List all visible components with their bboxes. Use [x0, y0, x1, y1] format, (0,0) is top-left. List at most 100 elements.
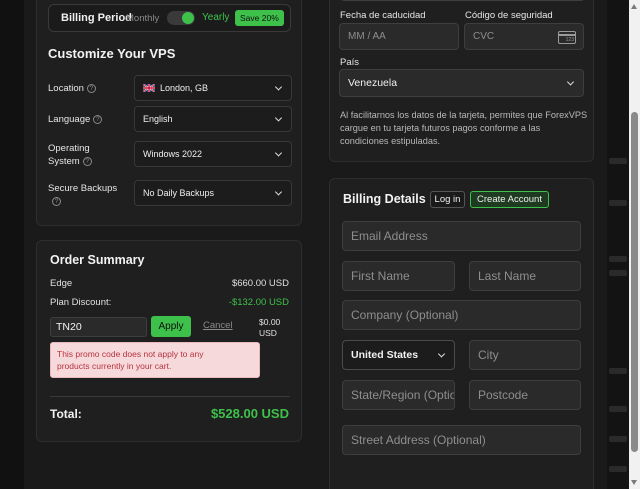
notice-line2: cargue en tu tarjeta futuros pagos confo…: [340, 123, 541, 133]
promo-error-message: This promo code does not apply to any pr…: [50, 342, 260, 378]
configuration-panel: Billing Period Monthly Yearly Save 20% C…: [36, 0, 302, 226]
order-summary-panel: Order Summary Edge $660.00 USD Plan Disc…: [36, 240, 302, 442]
os-label: Operating System?: [48, 142, 92, 168]
backups-value: No Daily Backups: [143, 188, 215, 198]
postcode-input[interactable]: Postcode: [469, 380, 581, 410]
location-label: Location?: [48, 82, 96, 95]
chevron-down-icon: [566, 78, 575, 86]
help-icon[interactable]: ?: [82, 156, 92, 166]
chevron-down-icon: [274, 149, 283, 157]
summary-divider: [50, 396, 290, 397]
city-input[interactable]: City: [469, 340, 581, 370]
order-summary-title: Order Summary: [50, 253, 145, 267]
email-placeholder: Email Address: [351, 229, 428, 243]
left-gutter: [0, 0, 24, 489]
scroll-down-icon[interactable]: [631, 480, 637, 485]
promo-amount: $0.00 USD: [259, 317, 280, 339]
security-code-label: Código de seguridad: [465, 10, 553, 21]
toggle-knob: [182, 12, 194, 24]
email-input[interactable]: Email Address: [342, 221, 581, 251]
billing-country-value: United States: [351, 349, 419, 361]
company-input[interactable]: Company (Optional): [342, 300, 581, 330]
promo-code-value: TN20: [56, 321, 82, 333]
plan-discount-value: -$132.00 USD: [228, 297, 289, 308]
payment-country-value: Venezuela: [348, 77, 398, 89]
chevron-down-icon: [274, 188, 283, 196]
payment-country-select[interactable]: Venezuela: [339, 69, 584, 97]
create-account-button[interactable]: Create Account: [470, 191, 549, 208]
card-icon: 123: [558, 31, 576, 44]
country-label: País: [340, 57, 360, 68]
card-icon-digits: 123: [565, 37, 574, 43]
uk-flag-icon: [143, 84, 155, 92]
help-icon[interactable]: ?: [86, 83, 96, 93]
scroll-up-icon[interactable]: [631, 4, 637, 9]
chevron-down-icon: [274, 83, 283, 91]
company-placeholder: Company (Optional): [351, 308, 459, 322]
language-value: English: [143, 114, 173, 124]
total-label: Total:: [50, 407, 82, 421]
page-scrollbar[interactable]: [629, 0, 640, 489]
location-value: London, GB: [160, 83, 209, 93]
os-label-line1: Operating: [48, 143, 90, 154]
state-placeholder: State/Region (Optio: [351, 388, 455, 402]
save-badge: Save 20%: [235, 10, 284, 26]
last-name-placeholder: Last Name: [478, 269, 537, 283]
os-value: Windows 2022: [143, 149, 203, 159]
billing-details-title: Billing Details: [343, 192, 426, 206]
billing-period-toggle[interactable]: [167, 11, 195, 25]
billing-monthly-label[interactable]: Monthly: [126, 13, 159, 24]
scrollbar-thumb[interactable]: [631, 112, 638, 452]
customize-title: Customize Your VPS: [48, 46, 176, 61]
street-input[interactable]: Street Address (Optional): [342, 425, 581, 455]
promo-error-line2: products currently in your cart.: [57, 361, 172, 371]
help-icon[interactable]: ?: [93, 114, 103, 124]
first-name-placeholder: First Name: [351, 269, 410, 283]
backups-select[interactable]: No Daily Backups: [134, 180, 292, 206]
state-input[interactable]: State/Region (Optio: [342, 380, 455, 410]
expiry-input[interactable]: MM / AA: [339, 23, 459, 50]
login-button[interactable]: Log in: [430, 191, 465, 208]
billing-period-bar: Billing Period Monthly Yearly Save 20%: [48, 4, 291, 32]
street-placeholder: Street Address (Optional): [351, 433, 486, 447]
backups-label-text: Secure Backups: [48, 183, 118, 194]
card-storage-notice: Al facilitarnos los datos de la tarjeta,…: [340, 109, 587, 148]
billing-country-select[interactable]: United States: [342, 340, 455, 370]
chevron-down-icon: [437, 350, 446, 358]
card-stripe: [559, 34, 575, 36]
billing-period-label: Billing Period: [61, 12, 132, 24]
help-icon[interactable]: ?: [52, 196, 61, 206]
promo-amount-value: $0.00: [259, 317, 281, 327]
plan-discount-label: Plan Discount:: [50, 297, 112, 308]
promo-amount-currency: USD: [259, 328, 277, 338]
os-select[interactable]: Windows 2022: [134, 141, 292, 167]
promo-error-line1: This promo code does not apply to any: [57, 349, 204, 359]
apply-promo-button[interactable]: Apply: [151, 316, 191, 337]
cvc-input[interactable]: CVC 123: [464, 23, 584, 50]
card-number-field-edge: [340, 0, 585, 1]
language-select[interactable]: English: [134, 106, 292, 132]
os-label-line2: System: [48, 156, 80, 167]
cancel-promo-link[interactable]: Cancel: [203, 320, 233, 331]
language-label: Language?: [48, 113, 103, 126]
cvc-placeholder: CVC: [473, 31, 495, 42]
language-label-text: Language: [48, 114, 91, 125]
expiry-label: Fecha de caducidad: [340, 10, 426, 21]
promo-code-input[interactable]: TN20: [50, 317, 147, 337]
expiry-placeholder: MM / AA: [348, 31, 386, 42]
first-name-input[interactable]: First Name: [342, 261, 455, 291]
billing-yearly-label[interactable]: Yearly: [202, 12, 229, 23]
chevron-down-icon: [274, 114, 283, 122]
notice-line1: Al facilitarnos los datos de la tarjeta,…: [340, 110, 588, 120]
background-page-edge: [607, 0, 629, 489]
location-label-text: Location: [48, 83, 84, 94]
edge-price: $660.00 USD: [231, 278, 289, 289]
location-select[interactable]: London, GB: [134, 75, 292, 101]
postcode-placeholder: Postcode: [478, 388, 529, 402]
last-name-input[interactable]: Last Name: [469, 261, 581, 291]
edge-label: Edge: [50, 278, 73, 289]
city-placeholder: City: [478, 348, 499, 362]
notice-line3: condiciones estipuladas.: [340, 136, 441, 146]
backups-label: Secure Backups ?: [48, 182, 117, 208]
total-value: $528.00 USD: [210, 406, 289, 421]
